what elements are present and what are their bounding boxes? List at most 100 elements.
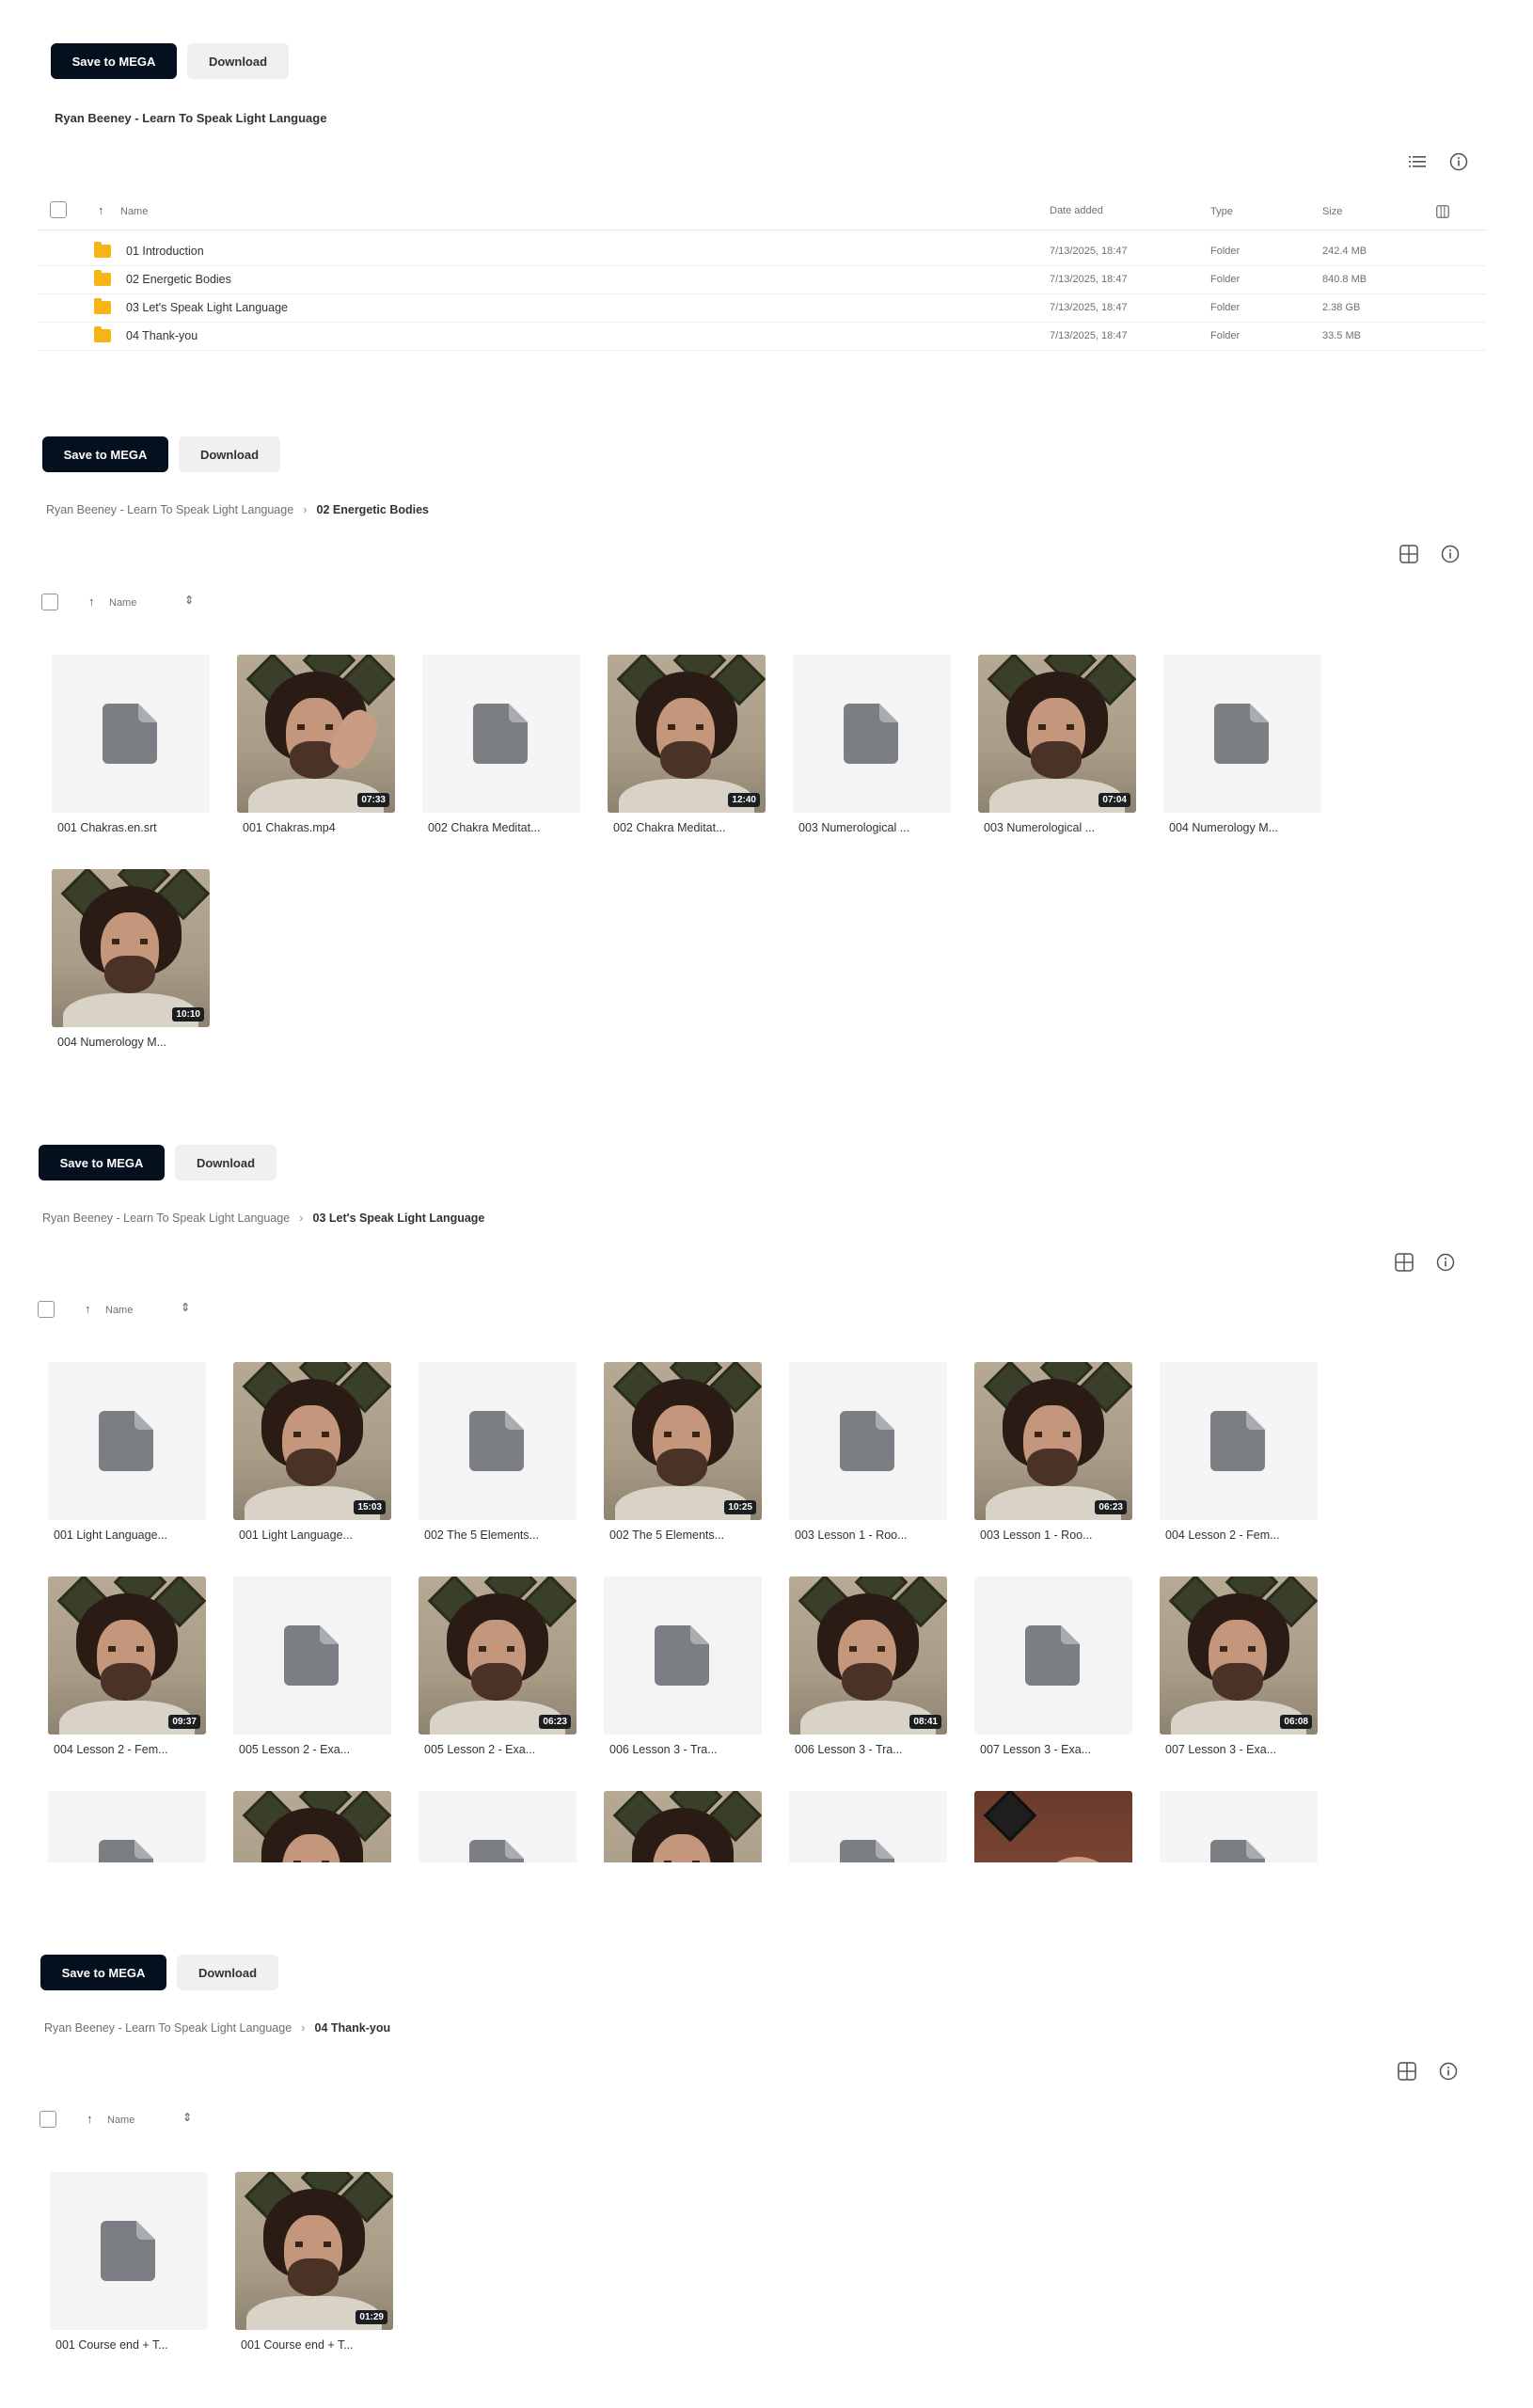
file-tile[interactable] (1160, 1791, 1318, 1862)
file-tile[interactable] (48, 1362, 206, 1520)
file-tile[interactable] (789, 1362, 947, 1520)
file-tile[interactable] (1163, 655, 1321, 813)
tile-label[interactable]: 007 Lesson 3 - Exa... (980, 1743, 1140, 1756)
tile-label[interactable]: 002 Chakra Meditat... (613, 821, 773, 834)
file-tile[interactable] (974, 1576, 1132, 1735)
video-tile[interactable]: 15:03 (233, 1362, 391, 1520)
tile-label[interactable]: 002 The 5 Elements... (424, 1529, 584, 1542)
grid-view-icon[interactable] (1394, 1252, 1414, 1273)
info-icon[interactable] (1440, 544, 1461, 564)
select-all-checkbox[interactable] (38, 1301, 55, 1318)
tile-label[interactable]: 003 Numerological ... (798, 821, 958, 834)
tile-label[interactable]: 004 Numerology M... (1169, 821, 1329, 834)
video-tile[interactable] (604, 1791, 762, 1862)
save-to-mega-button[interactable]: Save to MEGA (40, 1955, 166, 1990)
tile-label[interactable]: 006 Lesson 3 - Tra... (609, 1743, 769, 1756)
save-to-mega-button[interactable]: Save to MEGA (51, 43, 177, 79)
table-row[interactable]: 03 Let's Speak Light Language 7/13/2025, … (38, 293, 1486, 323)
tile-label[interactable]: 002 Chakra Meditat... (428, 821, 588, 834)
column-name-header[interactable]: Name (120, 206, 148, 217)
breadcrumb-root[interactable]: Ryan Beeney - Learn To Speak Light Langu… (46, 503, 293, 516)
file-tile[interactable] (419, 1791, 577, 1862)
list-view-icon[interactable] (1407, 151, 1428, 172)
video-tile[interactable]: 06:23 (974, 1362, 1132, 1520)
breadcrumb-root[interactable]: Ryan Beeney - Learn To Speak Light Langu… (42, 1212, 290, 1225)
file-tile[interactable] (50, 2172, 208, 2330)
tile-label[interactable]: 003 Numerological ... (984, 821, 1144, 834)
tile-label[interactable]: 001 Chakras.en.srt (57, 821, 217, 834)
sort-ascending-icon[interactable]: ↑ (98, 203, 104, 217)
tile-label[interactable]: 001 Light Language... (54, 1529, 213, 1542)
file-tile[interactable] (52, 655, 210, 813)
tile-label[interactable]: 004 Lesson 2 - Fem... (1165, 1529, 1325, 1542)
video-tile[interactable]: 01:29 (235, 2172, 393, 2330)
table-row[interactable]: 01 Introduction 7/13/2025, 18:47 Folder 242… (38, 237, 1486, 266)
file-tile[interactable] (419, 1362, 577, 1520)
video-tile[interactable] (974, 1791, 1132, 1862)
download-button[interactable]: Download (179, 436, 280, 472)
video-tile[interactable] (233, 1791, 391, 1862)
video-tile[interactable]: 08:41 (789, 1576, 947, 1735)
download-button[interactable]: Download (187, 43, 289, 79)
video-tile[interactable]: 12:40 (608, 655, 766, 813)
file-tile[interactable] (48, 1791, 206, 1862)
file-tile[interactable] (604, 1576, 762, 1735)
tile-label[interactable]: 004 Lesson 2 - Fem... (54, 1743, 213, 1756)
sort-ascending-icon[interactable]: ↑ (87, 2112, 93, 2126)
column-type-header[interactable]: Type (1210, 206, 1233, 217)
sort-toggle-icon[interactable]: ⇕ (182, 2111, 192, 2124)
select-all-checkbox[interactable] (50, 201, 67, 218)
sort-toggle-icon[interactable]: ⇕ (181, 1301, 190, 1314)
grid-view-icon[interactable] (1397, 2061, 1417, 2082)
video-tile[interactable]: 10:10 (52, 869, 210, 1027)
video-tile[interactable]: 09:37 (48, 1576, 206, 1735)
info-icon[interactable] (1448, 151, 1469, 172)
tile-label[interactable]: 005 Lesson 2 - Exa... (239, 1743, 399, 1756)
file-tile[interactable] (1160, 1362, 1318, 1520)
select-all-checkbox[interactable] (41, 594, 58, 610)
columns-icon[interactable] (1432, 201, 1453, 222)
sort-field-label[interactable]: Name (109, 597, 136, 609)
tile-label[interactable]: 003 Lesson 1 - Roo... (795, 1529, 955, 1542)
info-icon[interactable] (1435, 1252, 1456, 1273)
tile-label[interactable]: 001 Chakras.mp4 (243, 821, 403, 834)
tile-label[interactable]: 001 Light Language... (239, 1529, 399, 1542)
tile-label[interactable]: 004 Numerology M... (57, 1036, 217, 1049)
sort-field-label[interactable]: Name (107, 2115, 134, 2126)
download-button[interactable]: Download (175, 1145, 277, 1180)
video-tile[interactable]: 06:23 (419, 1576, 577, 1735)
download-button[interactable]: Download (177, 1955, 278, 1990)
video-thumbnail (1160, 1576, 1318, 1735)
column-date-header[interactable]: Date added (1050, 205, 1103, 216)
file-tile[interactable] (793, 655, 951, 813)
sort-toggle-icon[interactable]: ⇕ (184, 594, 194, 607)
table-row[interactable]: 04 Thank-you 7/13/2025, 18:47 Folder 33.5 M… (38, 322, 1486, 351)
tile-label[interactable]: 001 Course end + T... (55, 2338, 215, 2352)
grid-view-icon[interactable] (1399, 544, 1419, 564)
tile-label[interactable]: 007 Lesson 3 - Exa... (1165, 1743, 1325, 1756)
sort-ascending-icon[interactable]: ↑ (85, 1302, 91, 1316)
table-row[interactable]: 02 Energetic Bodies 7/13/2025, 18:47 Folde… (38, 265, 1486, 294)
info-icon[interactable] (1438, 2061, 1459, 2082)
select-all-checkbox[interactable] (40, 2111, 56, 2128)
tile-label[interactable]: 003 Lesson 1 - Roo... (980, 1529, 1140, 1542)
file-tile[interactable] (233, 1576, 391, 1735)
sort-field-label[interactable]: Name (105, 1305, 133, 1316)
table-header: ↑ Name Date added Type Size (38, 196, 1486, 230)
file-tile[interactable] (789, 1791, 947, 1862)
video-tile[interactable]: 07:33 (237, 655, 395, 813)
save-to-mega-button[interactable]: Save to MEGA (39, 1145, 165, 1180)
sort-ascending-icon[interactable]: ↑ (88, 594, 95, 609)
save-to-mega-button[interactable]: Save to MEGA (42, 436, 168, 472)
breadcrumb-root[interactable]: Ryan Beeney - Learn To Speak Light Langu… (44, 2021, 292, 2035)
column-size-header[interactable]: Size (1322, 206, 1342, 217)
video-tile[interactable]: 07:04 (978, 655, 1136, 813)
file-tile[interactable] (422, 655, 580, 813)
tile-label[interactable]: 005 Lesson 2 - Exa... (424, 1743, 584, 1756)
video-tile[interactable]: 06:08 (1160, 1576, 1318, 1735)
tile-label[interactable]: 006 Lesson 3 - Tra... (795, 1743, 955, 1756)
file-icon (1210, 1411, 1265, 1471)
tile-label[interactable]: 001 Course end + T... (241, 2338, 401, 2352)
video-tile[interactable]: 10:25 (604, 1362, 762, 1520)
tile-label[interactable]: 002 The 5 Elements... (609, 1529, 769, 1542)
